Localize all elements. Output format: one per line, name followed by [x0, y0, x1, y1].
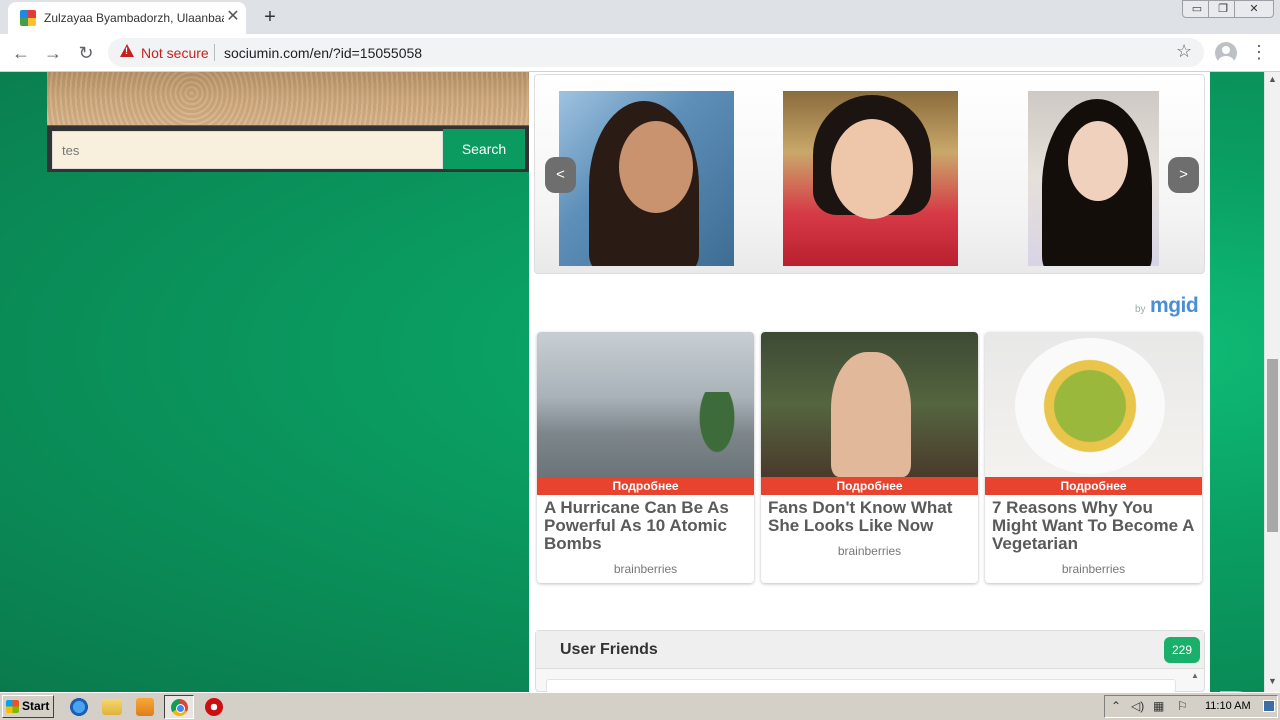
network-icon[interactable]: ▦ — [1153, 699, 1164, 713]
forward-arrow-icon[interactable]: → — [40, 40, 66, 66]
page-scrollbar[interactable]: ▲ ▼ — [1264, 72, 1280, 692]
ad-source: brainberries — [837, 544, 902, 558]
ad-card[interactable]: Подробнее Fans Don't Know What She Looks… — [761, 332, 978, 583]
browser-menu-icon[interactable]: ⋮ — [1250, 41, 1268, 63]
chevron-up-icon[interactable]: ⌃ — [1111, 699, 1121, 713]
ad-image[interactable] — [537, 332, 754, 477]
photo-carousel: < > — [534, 74, 1205, 274]
clock[interactable]: 11:10 AM — [1205, 700, 1251, 712]
file-explorer-icon[interactable] — [102, 699, 122, 715]
chrome-icon — [171, 699, 188, 716]
security-status[interactable]: Not secure — [141, 45, 209, 61]
system-tray: ⌃ ◁) ▦ ⚐ 11:10 AM — [1104, 695, 1278, 718]
carousel-next-button[interactable]: > — [1168, 157, 1199, 193]
ad-image[interactable] — [761, 332, 978, 477]
mgid-name: mgid — [1150, 294, 1199, 317]
show-desktop-icon[interactable] — [1263, 700, 1275, 712]
ad-card[interactable]: Подробнее 7 Reasons Why You Might Want T… — [985, 332, 1202, 583]
bookmark-star-icon[interactable]: ☆ — [1176, 41, 1192, 62]
search-button[interactable]: Search — [443, 129, 525, 169]
mgid-logo[interactable]: by mgid — [1135, 294, 1199, 318]
watermark-logo: ANY▷RUN — [1038, 682, 1264, 692]
ad-source: brainberries — [613, 562, 678, 576]
taskbar-chrome-button[interactable] — [164, 695, 194, 719]
url-text[interactable]: sociumin.com/en/?id=15055058 — [224, 45, 422, 61]
cover-image — [47, 72, 529, 125]
search-input[interactable] — [52, 131, 443, 169]
friends-count-badge: 229 — [1164, 637, 1200, 663]
scroll-up-icon[interactable]: ▲ — [1191, 671, 1199, 680]
ad-title[interactable]: 7 Reasons Why You Might Want To Become A… — [992, 499, 1198, 553]
windows-logo-icon — [6, 700, 19, 713]
reload-icon[interactable]: ↻ — [73, 40, 99, 66]
volume-icon[interactable]: ◁) — [1131, 699, 1144, 713]
tab-title: Zulzayaa Byambadorzh, Ulaanbaatar — [44, 11, 224, 25]
start-label: Start — [22, 699, 50, 713]
ad-card[interactable]: Подробнее A Hurricane Can Be As Powerful… — [537, 332, 754, 583]
scroll-up-icon[interactable]: ▲ — [1268, 74, 1277, 84]
ad-title[interactable]: Fans Don't Know What She Looks Like Now — [768, 499, 974, 535]
warning-icon[interactable]: ! — [120, 44, 134, 57]
new-tab-button[interactable]: + — [258, 5, 282, 29]
flag-icon[interactable]: ⚐ — [1177, 699, 1188, 713]
browser-tab[interactable]: Zulzayaa Byambadorzh, Ulaanbaatar ✕ — [8, 2, 246, 34]
omnibox-divider — [214, 44, 215, 61]
start-button[interactable]: Start — [2, 695, 54, 718]
internet-explorer-icon[interactable] — [68, 697, 90, 717]
ad-source: brainberries — [1061, 562, 1126, 576]
windows-taskbar: Start ⌃ ◁) ▦ ⚐ 11:10 AM — [0, 692, 1280, 720]
right-column: < > by mgid Подробнее A Hurricane Can Be… — [529, 72, 1210, 692]
back-arrow-icon[interactable]: ← — [8, 40, 34, 66]
ad-image[interactable] — [985, 332, 1202, 477]
browser-toolbar: ← → ↻ ! Not secure sociumin.com/en/?id=1… — [0, 34, 1280, 72]
ad-ribbon[interactable]: Подробнее — [761, 477, 978, 495]
user-friends-title: User Friends — [560, 641, 658, 658]
tab-close-icon[interactable]: ✕ — [224, 8, 242, 26]
opera-icon[interactable] — [205, 698, 223, 716]
ad-title[interactable]: A Hurricane Can Be As Powerful As 10 Ato… — [544, 499, 750, 553]
browser-tab-bar: Zulzayaa Byambadorzh, Ulaanbaatar ✕ + ▭ … — [0, 0, 1280, 34]
search-form: Search — [47, 126, 529, 172]
ad-ribbon[interactable]: Подробнее — [985, 477, 1202, 495]
scroll-down-icon[interactable]: ▼ — [1268, 676, 1277, 686]
page-viewport: Search < > by mgid Подробнее A Hurricane… — [0, 72, 1264, 692]
favicon-icon — [20, 10, 36, 26]
profile-photo[interactable] — [559, 91, 734, 266]
user-friends-header: User Friends 229 — [536, 631, 1204, 669]
scrollbar-thumb[interactable] — [1267, 359, 1278, 532]
profile-photo[interactable] — [783, 91, 958, 266]
carousel-prev-button[interactable]: < — [545, 157, 576, 193]
window-close-button[interactable]: ✕ — [1234, 0, 1274, 18]
media-player-icon[interactable] — [136, 698, 154, 716]
profile-photo[interactable] — [1028, 91, 1159, 266]
address-bar[interactable]: ! Not secure sociumin.com/en/?id=1505505… — [108, 38, 1204, 67]
ad-ribbon[interactable]: Подробнее — [537, 477, 754, 495]
mgid-by-label: by — [1135, 304, 1146, 315]
profile-avatar-icon[interactable] — [1215, 42, 1237, 64]
